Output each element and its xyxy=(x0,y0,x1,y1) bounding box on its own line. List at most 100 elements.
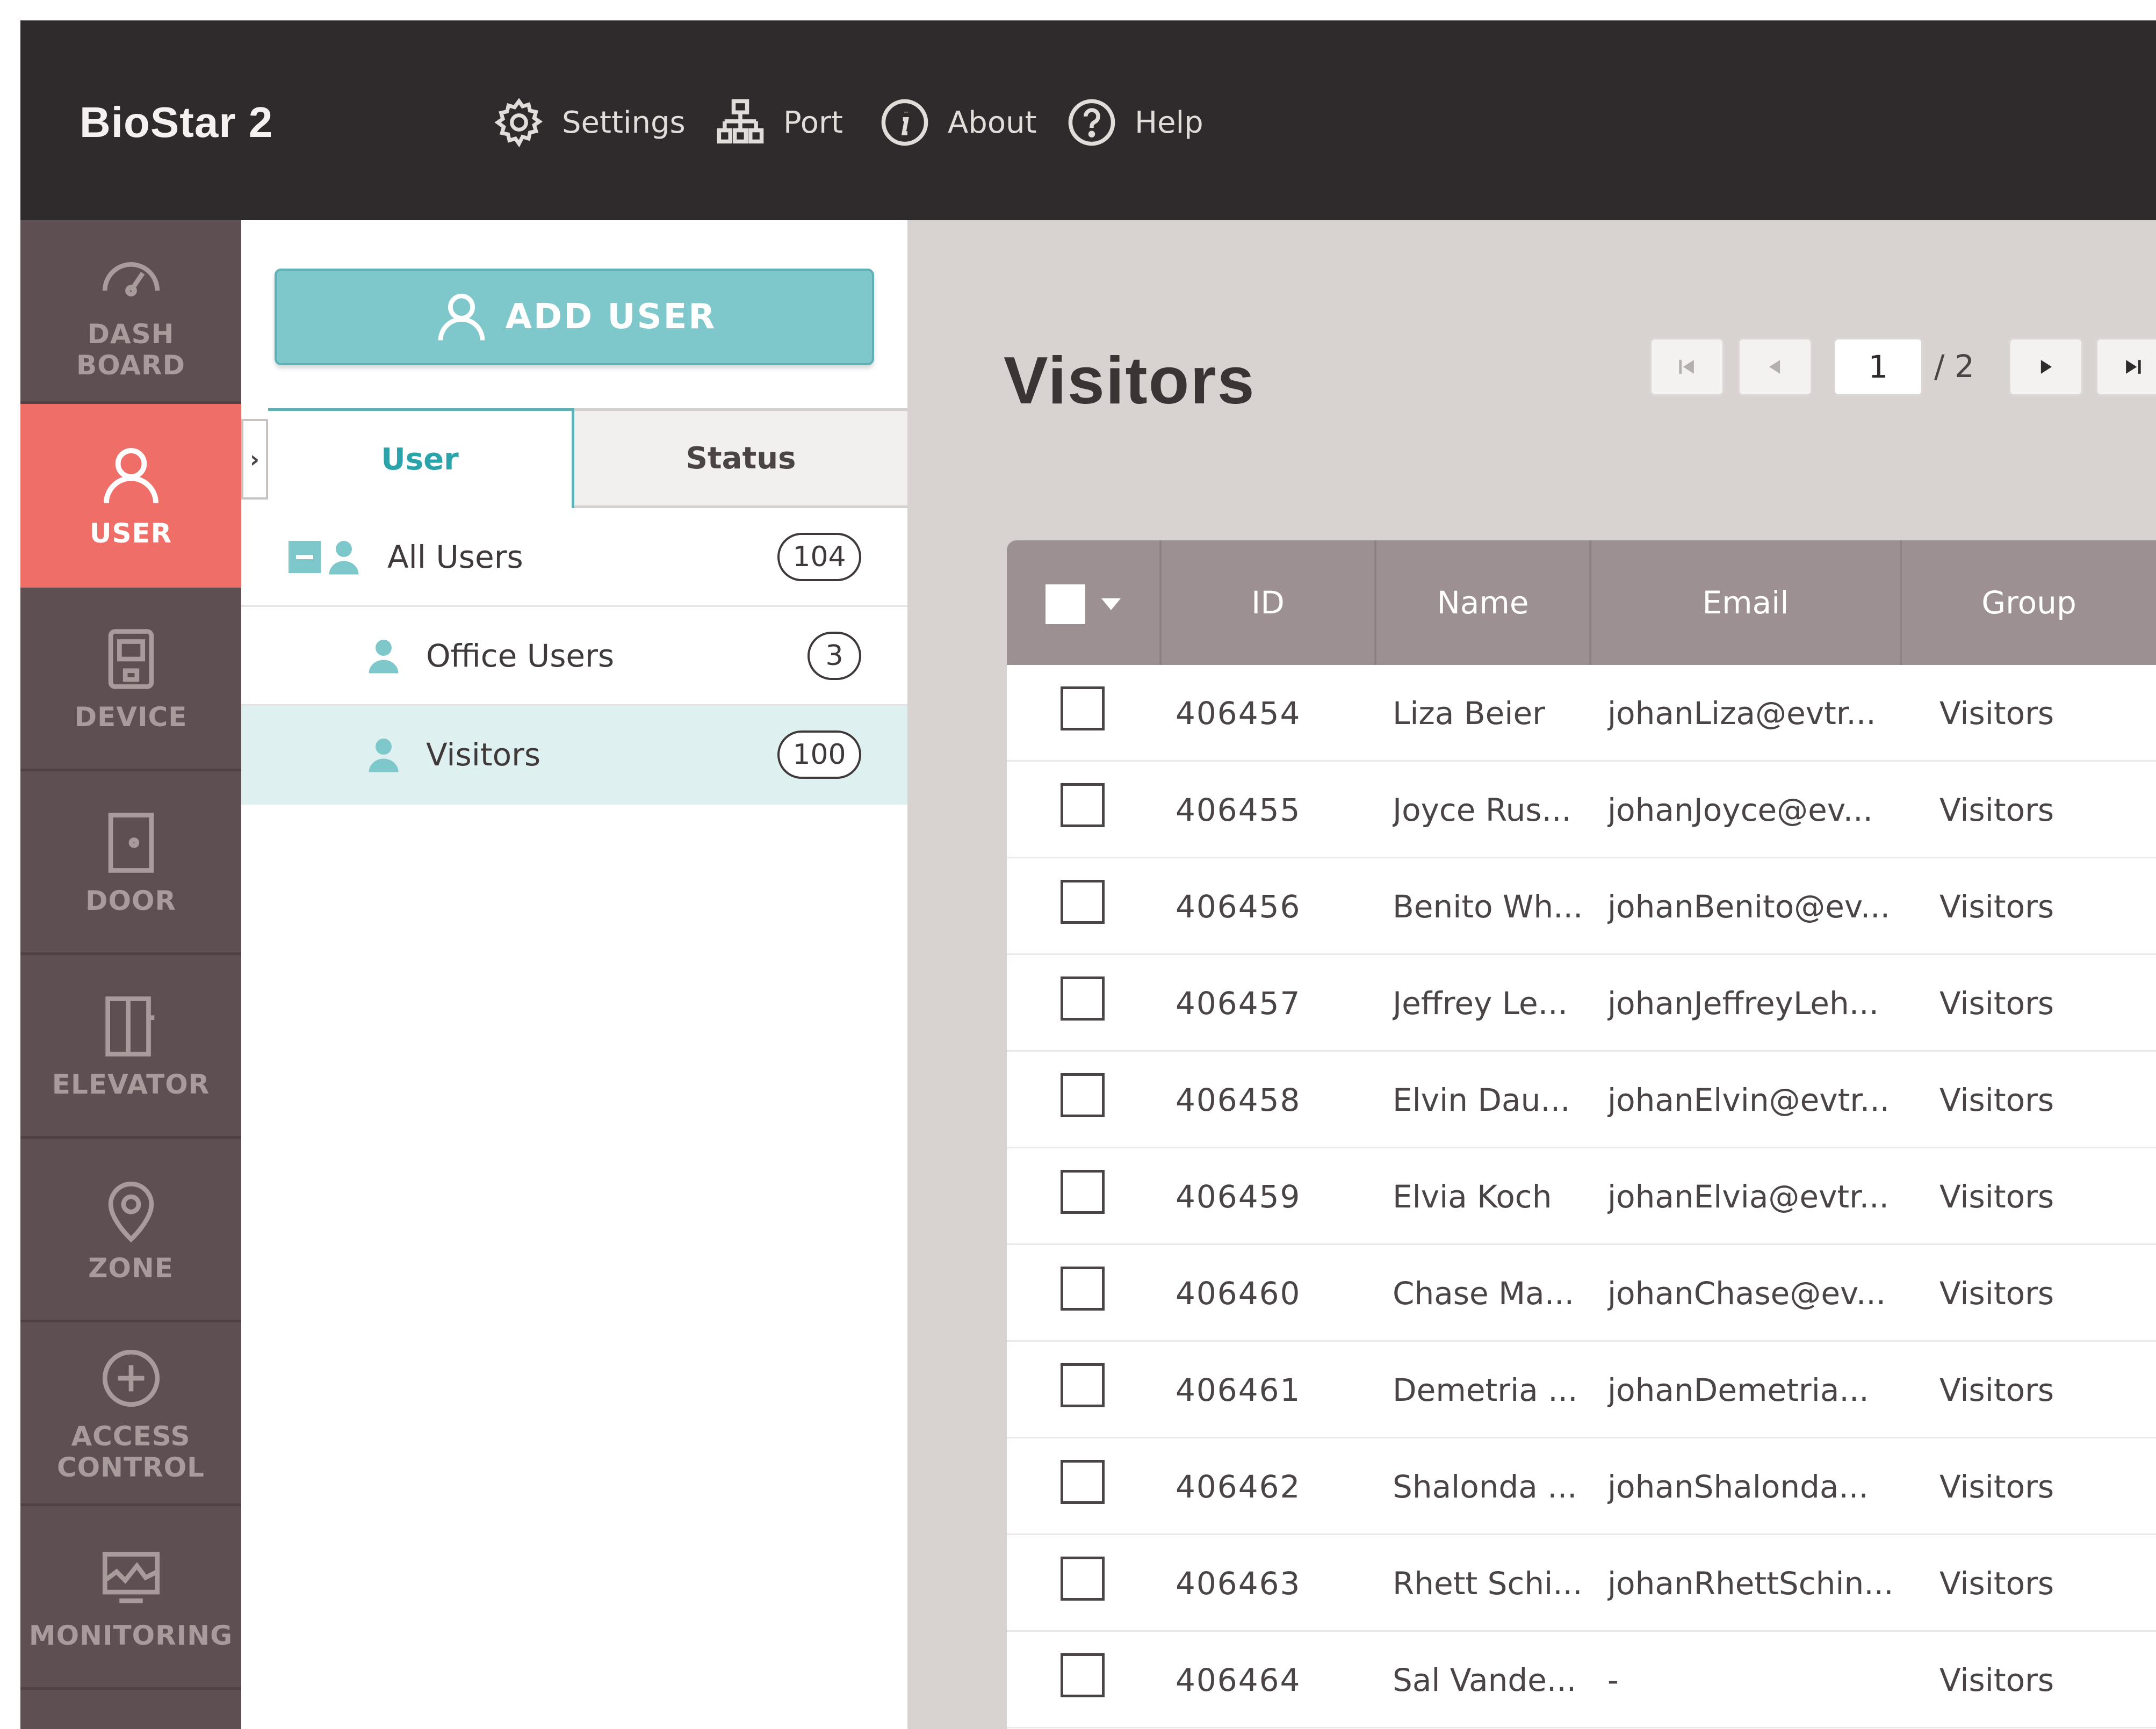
group-count-badge: 100 xyxy=(777,730,861,779)
user-group-icon xyxy=(369,639,399,673)
sidebar-item-dashboard[interactable]: DASH BOARD xyxy=(20,220,241,404)
table-row[interactable]: 406457 Jeffrey Le... johanJeffreyLeh... … xyxy=(1007,955,2156,1052)
row-checkbox[interactable] xyxy=(1061,880,1105,924)
last-page-button[interactable] xyxy=(2095,337,2156,396)
group-item-office-users[interactable]: Office Users 3 xyxy=(241,607,907,706)
cell-id: 406457 xyxy=(1176,985,1301,1022)
group-item-all-users[interactable]: All Users 104 xyxy=(241,508,907,607)
user-group-panel: ADD USER › User Status All Users 104 Off… xyxy=(241,220,907,1729)
cell-id: 406459 xyxy=(1176,1178,1301,1215)
table-row[interactable]: 406464 Sal Vande... - Visitors xyxy=(1007,1632,2156,1728)
row-checkbox[interactable] xyxy=(1061,1557,1105,1601)
table-row[interactable]: 406458 Elvin Dau... johanElvin@evtr... V… xyxy=(1007,1052,2156,1148)
cell-group: Visitors xyxy=(1939,695,2054,732)
cell-group: Visitors xyxy=(1939,1372,2054,1408)
cell-id: 406462 xyxy=(1176,1468,1301,1505)
collapse-icon[interactable] xyxy=(289,540,321,573)
row-checkbox[interactable] xyxy=(1061,976,1105,1021)
help-icon xyxy=(1068,99,1115,146)
cell-id: 406454 xyxy=(1176,695,1301,732)
row-checkbox[interactable] xyxy=(1061,1073,1105,1117)
select-all-checkbox[interactable] xyxy=(1045,584,1085,624)
table-row[interactable]: 406463 Rhett Schi... johanRhettSchin... … xyxy=(1007,1535,2156,1632)
help-label: Help xyxy=(1135,105,1203,140)
table-row[interactable]: 406455 Joyce Rus... johanJoyce@ev... Vis… xyxy=(1007,762,2156,858)
cell-group: Visitors xyxy=(1939,1662,2054,1698)
page-total: / 2 xyxy=(1934,348,1974,385)
prev-page-icon xyxy=(1769,360,1780,374)
row-checkbox[interactable] xyxy=(1061,1363,1105,1407)
sidebar-item-access-control[interactable]: ACCESS CONTROL xyxy=(20,1322,241,1506)
main-sidebar: DASH BOARD USER DEVICE DOOR ELEVATOR ZON… xyxy=(20,220,241,1729)
last-page-icon xyxy=(2126,360,2141,374)
table-row[interactable]: 406462 Shalonda ... johanShalonda... Vis… xyxy=(1007,1438,2156,1535)
cell-email: johanShalonda... xyxy=(1607,1468,1869,1505)
cell-group: Visitors xyxy=(1939,1565,2054,1602)
sidebar-item-label: DASH BOARD xyxy=(76,318,185,381)
row-checkbox[interactable] xyxy=(1061,686,1105,730)
port-link[interactable]: Port xyxy=(713,96,843,149)
help-link[interactable]: Help xyxy=(1065,96,1203,149)
cell-id: 406456 xyxy=(1176,888,1301,925)
first-page-button[interactable] xyxy=(1649,337,1725,396)
settings-link[interactable]: Settings xyxy=(492,96,686,149)
sidebar-item-elevator[interactable]: ELEVATOR xyxy=(20,955,241,1139)
table-row[interactable]: 406461 Demetria ... johanDemetria... Vis… xyxy=(1007,1342,2156,1438)
tab-status[interactable]: Status xyxy=(574,408,907,508)
chevron-right-icon: › xyxy=(249,445,260,473)
sidebar-item-device[interactable]: DEVICE xyxy=(20,588,241,771)
group-count-badge: 3 xyxy=(807,631,861,680)
row-checkbox[interactable] xyxy=(1061,1267,1105,1311)
table-row[interactable]: 406454 Liza Beier johanLiza@evtr... Visi… xyxy=(1007,665,2156,762)
cell-name: Elvin Dau... xyxy=(1393,1082,1570,1118)
cell-id: 406464 xyxy=(1176,1662,1301,1698)
top-bar: BioStar 2 Settings Port About Help xyxy=(20,20,2156,220)
sidebar-item-label: DEVICE xyxy=(74,701,188,733)
next-page-button[interactable] xyxy=(2008,337,2083,396)
cell-id: 406463 xyxy=(1176,1565,1301,1602)
cell-name: Joyce Rus... xyxy=(1393,792,1571,828)
expand-panel-button[interactable]: › xyxy=(241,419,268,500)
gear-icon xyxy=(494,98,543,148)
about-link[interactable]: About xyxy=(878,96,1037,149)
cell-name: Elvia Koch xyxy=(1393,1178,1552,1215)
sidebar-item-label: ZONE xyxy=(88,1252,174,1284)
row-checkbox[interactable] xyxy=(1061,1460,1105,1504)
sidebar-item-zone[interactable]: ZONE xyxy=(20,1139,241,1322)
user-group-icon xyxy=(369,738,399,772)
about-label: About xyxy=(948,105,1037,140)
row-checkbox[interactable] xyxy=(1061,1653,1105,1697)
table-row[interactable]: 406456 Benito Wh... johanBenito@ev... Vi… xyxy=(1007,858,2156,955)
cell-group: Visitors xyxy=(1939,1178,2054,1215)
sidebar-item-label: ACCESS CONTROL xyxy=(56,1420,205,1483)
sidebar-item-label: DOOR xyxy=(85,885,176,916)
sidebar-item-door[interactable]: DOOR xyxy=(20,771,241,955)
select-all-header xyxy=(1007,540,1159,665)
caret-down-icon[interactable] xyxy=(1101,598,1121,610)
cell-group: Visitors xyxy=(1939,1275,2054,1312)
row-checkbox[interactable] xyxy=(1061,1170,1105,1214)
sidebar-item-user[interactable]: USER xyxy=(20,404,241,588)
table-row[interactable]: 406459 Elvia Koch johanElvia@evtr... Vis… xyxy=(1007,1148,2156,1245)
cell-name: Shalonda ... xyxy=(1393,1468,1577,1505)
sidebar-item-monitoring[interactable]: MONITORING xyxy=(20,1506,241,1690)
group-item-visitors[interactable]: Visitors 100 xyxy=(241,706,907,805)
dashboard-icon xyxy=(102,262,160,296)
app-brand: BioStar 2 xyxy=(80,98,273,146)
tab-user[interactable]: User xyxy=(268,408,574,508)
column-header-id[interactable]: ID xyxy=(1159,540,1374,665)
cell-name: Rhett Schi... xyxy=(1393,1565,1583,1602)
group-label: Office Users xyxy=(426,637,615,674)
device-icon xyxy=(108,628,154,689)
column-header-group[interactable]: Group xyxy=(1900,540,2156,665)
table-row[interactable]: 406460 Chase Ma... johanChase@ev... Visi… xyxy=(1007,1245,2156,1342)
row-checkbox[interactable] xyxy=(1061,783,1105,827)
group-label: Visitors xyxy=(426,736,541,773)
page-number-input[interactable] xyxy=(1833,337,1923,396)
column-header-email[interactable]: Email xyxy=(1589,540,1900,665)
add-user-button[interactable]: ADD USER xyxy=(275,269,874,365)
user-group-icon xyxy=(329,540,359,574)
prev-page-button[interactable] xyxy=(1737,337,1813,396)
app-window: BioStar 2 Settings Port About Help DASH … xyxy=(20,20,2156,1729)
column-header-name[interactable]: Name xyxy=(1374,540,1589,665)
